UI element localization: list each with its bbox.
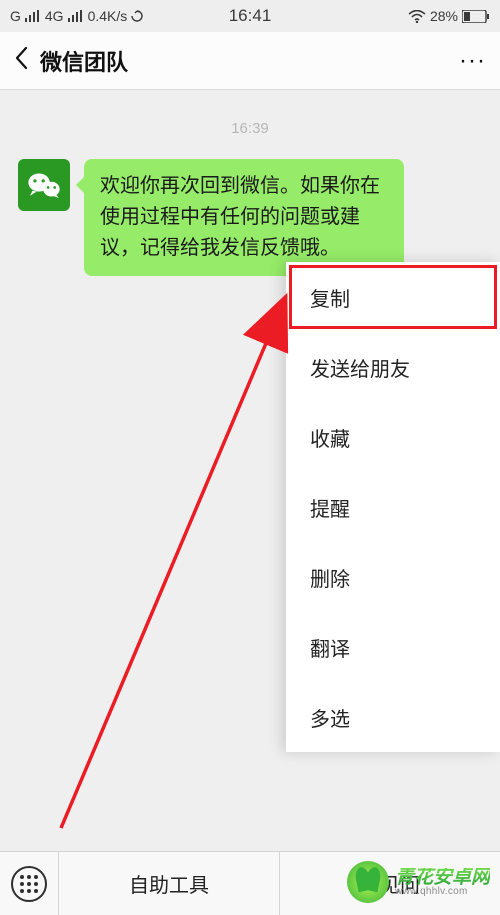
bottom-bar: 自助工具 常见问 xyxy=(0,851,500,915)
context-menu: 复制 发送给朋友 收藏 提醒 删除 翻译 多选 xyxy=(286,262,500,752)
back-button[interactable] xyxy=(14,46,30,75)
battery-icon xyxy=(462,10,490,23)
menu-favorite[interactable]: 收藏 xyxy=(286,402,500,472)
bottom-item-faq[interactable]: 常见问 xyxy=(279,852,500,915)
net-type: G xyxy=(10,8,21,24)
more-button[interactable]: ··· xyxy=(459,47,486,75)
keyboard-button[interactable] xyxy=(0,866,58,902)
status-bar: G 4G 0.4K/s 16:41 28% xyxy=(0,0,500,32)
signal-icon xyxy=(25,10,41,22)
menu-copy[interactable]: 复制 xyxy=(286,262,500,332)
menu-remind[interactable]: 提醒 xyxy=(286,472,500,542)
menu-send-friend[interactable]: 发送给朋友 xyxy=(286,332,500,402)
wechat-avatar[interactable] xyxy=(18,159,70,211)
message-bubble[interactable]: 欢迎你再次回到微信。如果你在使用过程中有任何的问题或建议，记得给我发信反馈哦。 xyxy=(84,159,404,276)
menu-delete[interactable]: 删除 xyxy=(286,542,500,612)
battery-pct: 28% xyxy=(430,8,458,24)
chat-timestamp: 16:39 xyxy=(0,120,500,137)
net-speed: 0.4K/s xyxy=(88,8,128,24)
menu-translate[interactable]: 翻译 xyxy=(286,612,500,682)
menu-multiselect[interactable]: 多选 xyxy=(286,682,500,752)
keyboard-icon xyxy=(11,866,47,902)
chat-title: 微信团队 xyxy=(40,45,128,77)
wifi-icon xyxy=(408,10,426,23)
signal-icon-2 xyxy=(68,10,84,22)
status-time: 16:41 xyxy=(229,6,272,26)
status-right: 28% xyxy=(408,8,490,24)
net-gen: 4G xyxy=(45,8,64,24)
message-row: 欢迎你再次回到微信。如果你在使用过程中有任何的问题或建议，记得给我发信反馈哦。 xyxy=(0,159,500,276)
status-left: G 4G 0.4K/s xyxy=(10,8,143,24)
sync-icon xyxy=(131,10,143,22)
bottom-item-selfservice[interactable]: 自助工具 xyxy=(58,852,279,915)
chat-header: 微信团队 ··· xyxy=(0,32,500,90)
header-left: 微信团队 xyxy=(14,45,128,77)
message-bubble-wrap: 欢迎你再次回到微信。如果你在使用过程中有任何的问题或建议，记得给我发信反馈哦。 xyxy=(84,159,404,276)
